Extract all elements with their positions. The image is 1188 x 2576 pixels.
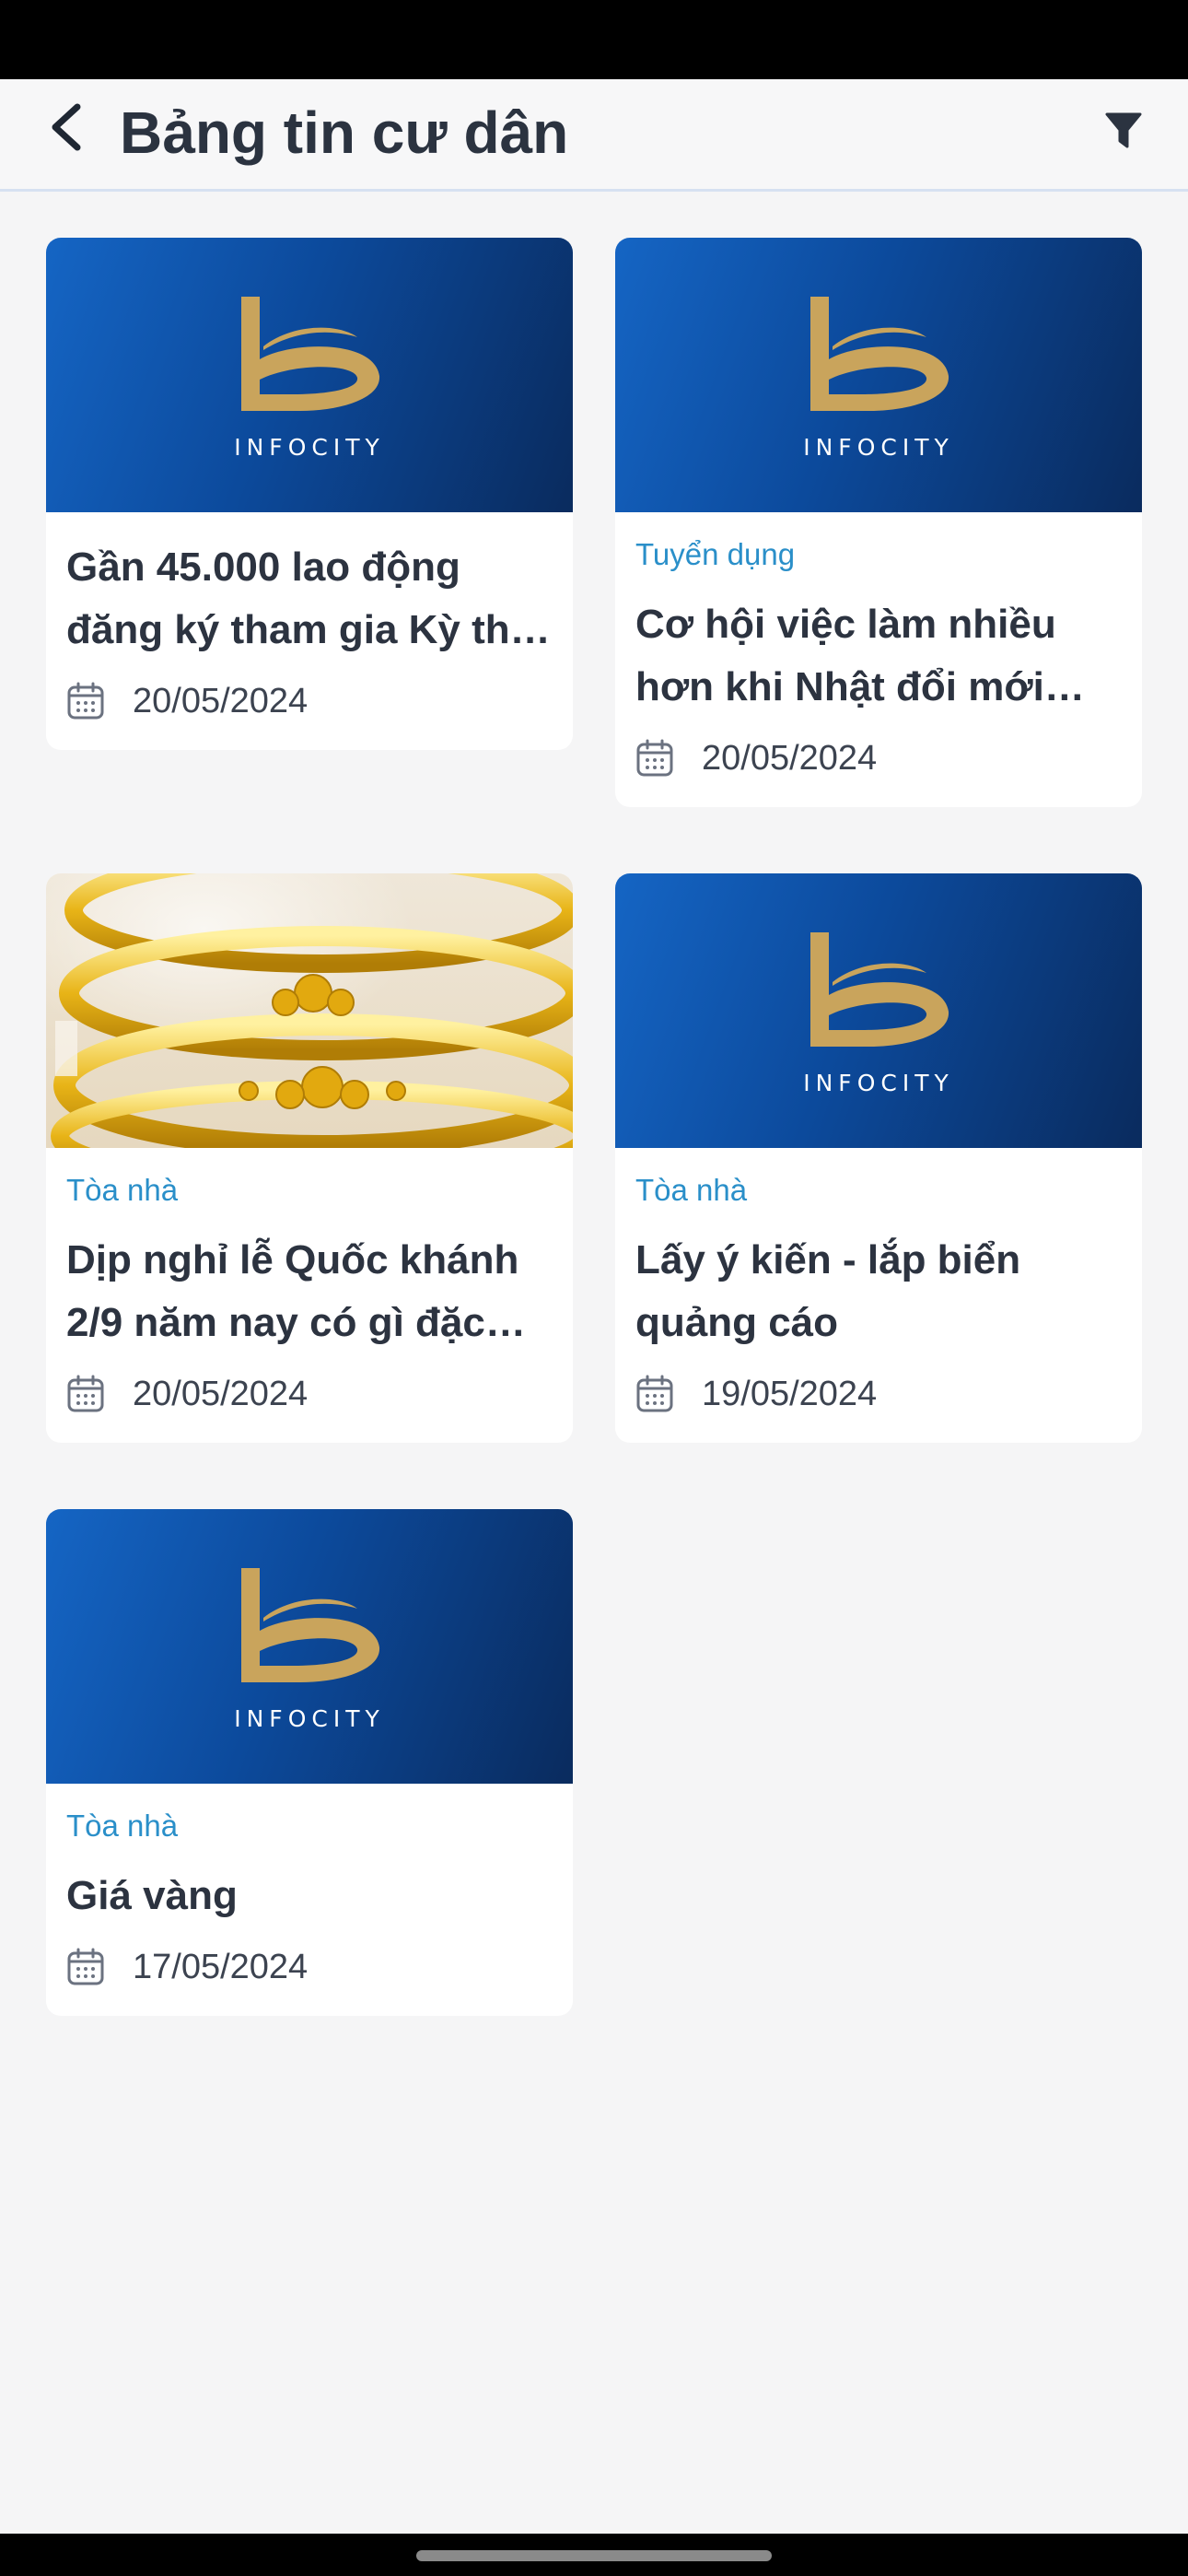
card-title: Cơ hội việc làm nhiều hơn khi Nhật đổi m… bbox=[635, 602, 1056, 709]
calendar-icon bbox=[67, 1948, 104, 1985]
calendar-icon bbox=[67, 682, 104, 720]
infocity-b-icon bbox=[810, 932, 949, 1047]
card-body: Tòa nhà Dịp nghỉ lễ Quốc khánh 2/9 năm n… bbox=[46, 1148, 573, 1443]
card-thumbnail: INFOCITY bbox=[615, 238, 1142, 512]
infocity-b-icon bbox=[241, 1568, 380, 1682]
status-bar bbox=[0, 0, 1188, 79]
infocity-logo-text: INFOCITY bbox=[234, 434, 385, 461]
card-date-row: 20/05/2024 bbox=[66, 678, 553, 724]
card-date-row: 20/05/2024 bbox=[66, 1371, 553, 1417]
card-date-row: 19/05/2024 bbox=[635, 1371, 1122, 1417]
news-card[interactable]: INFOCITY Tuyển dụng Cơ hội việc làm nhiề… bbox=[615, 238, 1142, 807]
infocity-b-icon bbox=[810, 297, 949, 411]
card-category: Tòa nhà bbox=[66, 1173, 179, 1207]
card-body: Gần 45.000 lao động đăng ký tham gia Kỳ … bbox=[46, 512, 573, 750]
card-body: Tuyển dụng Cơ hội việc làm nhiều hơn khi… bbox=[615, 512, 1142, 807]
card-date: 20/05/2024 bbox=[702, 738, 878, 778]
infocity-b-icon bbox=[241, 297, 380, 411]
card-body: Tòa nhà Giá vàng 17/05/2024 bbox=[46, 1784, 573, 2016]
news-card[interactable]: INFOCITY Tòa nhà Giá vàng 17/05/2024 bbox=[46, 1509, 573, 2016]
news-card[interactable]: INFOCITY Tòa nhà Lấy ý kiến - lắp biển q… bbox=[615, 873, 1142, 1443]
card-body: Tòa nhà Lấy ý kiến - lắp biển quảng cáo … bbox=[615, 1148, 1142, 1443]
card-title: Gần 45.000 lao động đăng ký tham gia Kỳ … bbox=[66, 544, 521, 652]
card-category: Tòa nhà bbox=[66, 1809, 179, 1843]
infocity-logo: INFOCITY bbox=[796, 932, 961, 1096]
card-thumbnail: INFOCITY bbox=[46, 1509, 573, 1784]
card-date: 17/05/2024 bbox=[133, 1947, 309, 1986]
card-thumbnail: INFOCITY bbox=[46, 238, 573, 512]
card-date: 20/05/2024 bbox=[133, 681, 309, 720]
calendar-icon bbox=[67, 1375, 104, 1412]
gold-bangles-image bbox=[51, 873, 573, 1148]
infocity-logo-text: INFOCITY bbox=[234, 1705, 385, 1732]
card-category: Tuyển dụng bbox=[635, 537, 796, 571]
card-date: 19/05/2024 bbox=[702, 1374, 878, 1413]
infocity-logo-text: INFOCITY bbox=[803, 434, 954, 461]
filter-icon bbox=[1105, 112, 1142, 148]
card-title: Dịp nghỉ lễ Quốc khánh 2/9 năm nay có gì… bbox=[66, 1237, 519, 1345]
calendar-icon bbox=[636, 739, 673, 777]
app-header: Bảng tin cư dân bbox=[0, 79, 1188, 192]
infocity-logo: INFOCITY bbox=[227, 1568, 392, 1732]
calendar-icon bbox=[636, 1375, 673, 1412]
card-date-row: 17/05/2024 bbox=[66, 1944, 553, 1990]
card-category: Tòa nhà bbox=[635, 1173, 748, 1207]
card-date-row: 20/05/2024 bbox=[635, 735, 1122, 781]
page-title: Bảng tin cư dân bbox=[120, 100, 569, 166]
card-thumbnail bbox=[46, 873, 573, 1148]
infocity-logo: INFOCITY bbox=[227, 297, 392, 461]
back-button[interactable] bbox=[37, 98, 96, 157]
card-title: Lấy ý kiến - lắp biển quảng cáo bbox=[635, 1237, 1021, 1345]
home-indicator[interactable] bbox=[416, 2550, 772, 2561]
chevron-left-icon bbox=[52, 103, 81, 151]
card-date: 20/05/2024 bbox=[133, 1374, 309, 1413]
infocity-logo-text: INFOCITY bbox=[803, 1070, 954, 1096]
card-title: Giá vàng bbox=[66, 1873, 238, 1918]
infocity-logo: INFOCITY bbox=[796, 297, 961, 461]
filter-button[interactable] bbox=[1096, 103, 1151, 158]
news-card[interactable]: Tòa nhà Dịp nghỉ lễ Quốc khánh 2/9 năm n… bbox=[46, 873, 573, 1443]
card-thumbnail: INFOCITY bbox=[615, 873, 1142, 1148]
news-card[interactable]: INFOCITY Gần 45.000 lao động đăng ký tha… bbox=[46, 238, 573, 750]
